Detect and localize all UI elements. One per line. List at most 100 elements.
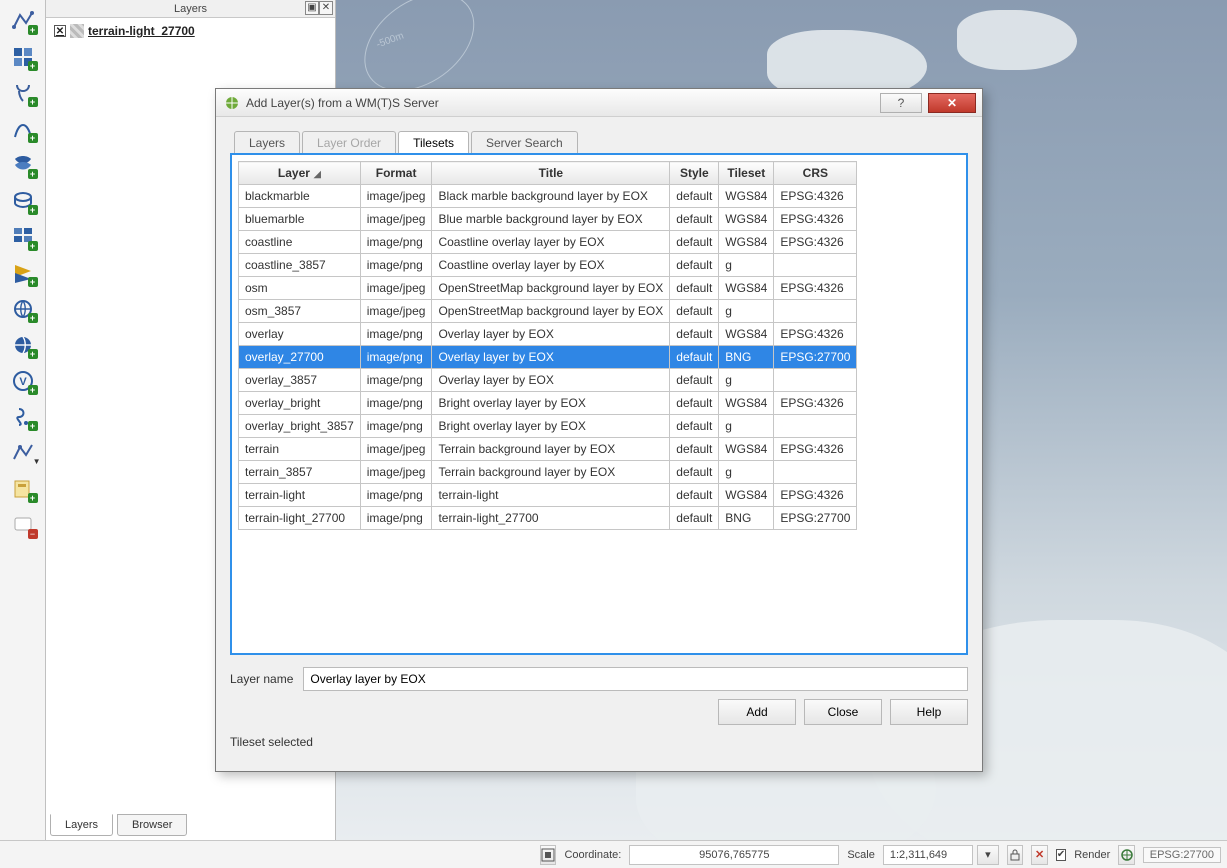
layer-name-input[interactable] (303, 667, 968, 691)
cell-style: default (670, 438, 719, 461)
col-style[interactable]: Style (670, 162, 719, 185)
scale-dropdown-button[interactable]: ▾ (977, 845, 999, 865)
plus-icon: + (28, 277, 38, 287)
cell-style: default (670, 323, 719, 346)
help-button[interactable]: Help (890, 699, 968, 725)
tilesets-table[interactable]: Layer◢ Format Title Style Tileset CRS bl… (238, 161, 857, 530)
cell-style: default (670, 346, 719, 369)
add-wfs-globe-button[interactable]: + (5, 328, 41, 362)
plus-icon: + (28, 349, 38, 359)
cell-layer: overlay_bright_3857 (239, 415, 361, 438)
table-row[interactable]: terrain_3857image/jpegTerrain background… (239, 461, 857, 484)
render-checkbox[interactable]: ✔ (1056, 849, 1066, 861)
cell-tileset: WGS84 (719, 392, 774, 415)
cell-format: image/png (360, 369, 432, 392)
cell-tileset: g (719, 415, 774, 438)
crs-button[interactable] (1118, 845, 1134, 865)
plus-icon: + (28, 385, 38, 395)
dialog-close-button[interactable]: ✕ (928, 93, 976, 113)
table-row[interactable]: osm_3857image/jpegOpenStreetMap backgrou… (239, 300, 857, 323)
cell-crs: EPSG:4326 (774, 208, 857, 231)
remove-layer-button[interactable]: − (5, 508, 41, 542)
col-tileset[interactable]: Tileset (719, 162, 774, 185)
add-vector-layer-button[interactable]: + (5, 4, 41, 38)
layer-item-label: terrain-light_27700 (88, 24, 195, 38)
tab-layers[interactable]: Layers (50, 814, 113, 836)
col-title[interactable]: Title (432, 162, 670, 185)
table-row[interactable]: blackmarbleimage/jpegBlack marble backgr… (239, 185, 857, 208)
cell-layer: overlay_3857 (239, 369, 361, 392)
col-crs[interactable]: CRS (774, 162, 857, 185)
scale-lock-button[interactable] (1007, 845, 1023, 865)
cell-layer: osm (239, 277, 361, 300)
cell-crs (774, 300, 857, 323)
cell-crs (774, 415, 857, 438)
scale-label: Scale (847, 849, 875, 861)
table-row[interactable]: coastlineimage/pngCoastline overlay laye… (239, 231, 857, 254)
table-row[interactable]: osmimage/jpegOpenStreetMap background la… (239, 277, 857, 300)
table-row[interactable]: bluemarbleimage/jpegBlue marble backgrou… (239, 208, 857, 231)
cell-format: image/png (360, 254, 432, 277)
undock-panel-button[interactable]: ▣ (305, 1, 319, 15)
add-button[interactable]: Add (718, 699, 796, 725)
crs-display[interactable]: EPSG:27700 (1143, 847, 1221, 863)
sort-indicator-icon: ◢ (314, 169, 321, 179)
coordinate-display[interactable]: 95076,765775 (629, 845, 839, 865)
dialog-titlebar[interactable]: Add Layer(s) from a WM(T)S Server ? ✕ (216, 89, 982, 117)
table-row[interactable]: terrain-light_27700image/pngterrain-ligh… (239, 507, 857, 530)
table-row[interactable]: overlay_bright_3857image/pngBright overl… (239, 415, 857, 438)
add-postgis-layer-button[interactable]: + (5, 76, 41, 110)
scale-input[interactable]: 1:2,311,649 (883, 845, 973, 865)
add-spatialite-layer-button[interactable]: + (5, 112, 41, 146)
node-tool-button[interactable]: ▼ (5, 436, 41, 470)
table-row[interactable]: coastline_3857image/pngCoastline overlay… (239, 254, 857, 277)
cell-tileset: WGS84 (719, 438, 774, 461)
add-delimited-text-button[interactable]: + (5, 400, 41, 434)
cell-style: default (670, 277, 719, 300)
stop-rendering-button[interactable]: ✕ (1031, 845, 1047, 865)
add-wfs-layer-button[interactable]: + (5, 292, 41, 326)
add-wms-layer-button[interactable]: + (5, 220, 41, 254)
cell-crs: EPSG:4326 (774, 277, 857, 300)
dialog-help-button[interactable]: ? (880, 93, 922, 113)
table-row[interactable]: overlay_3857image/pngOverlay layer by EO… (239, 369, 857, 392)
tab-browser[interactable]: Browser (117, 814, 187, 836)
cell-title: Coastline overlay layer by EOX (432, 254, 670, 277)
add-virtual-layer-button[interactable]: V + (5, 364, 41, 398)
cell-title: OpenStreetMap background layer by EOX (432, 300, 670, 323)
new-print-composer-button[interactable]: + (5, 472, 41, 506)
tab-dlg-server-search[interactable]: Server Search (471, 131, 578, 154)
table-row[interactable]: terrain-lightimage/pngterrain-lightdefau… (239, 484, 857, 507)
layer-swatch-icon (70, 24, 84, 38)
add-wmts-layer-dialog: Add Layer(s) from a WM(T)S Server ? ✕ La… (215, 88, 983, 772)
cell-crs: EPSG:4326 (774, 231, 857, 254)
table-row[interactable]: overlayimage/pngOverlay layer by EOXdefa… (239, 323, 857, 346)
dialog-status: Tileset selected (230, 731, 968, 749)
cell-crs: EPSG:4326 (774, 185, 857, 208)
close-button[interactable]: Close (804, 699, 882, 725)
layer-visibility-checkbox[interactable]: ✕ (54, 25, 66, 37)
col-format[interactable]: Format (360, 162, 432, 185)
cell-format: image/jpeg (360, 185, 432, 208)
table-row[interactable]: terrainimage/jpegTerrain background laye… (239, 438, 857, 461)
add-wcs-layer-button[interactable]: + (5, 256, 41, 290)
table-row[interactable]: overlay_brightimage/pngBright overlay la… (239, 392, 857, 415)
col-layer[interactable]: Layer◢ (239, 162, 361, 185)
panel-tabs: Layers Browser (46, 814, 335, 840)
cell-crs (774, 369, 857, 392)
close-panel-button[interactable]: ✕ (319, 1, 333, 15)
cell-tileset: g (719, 254, 774, 277)
layer-item[interactable]: ✕ terrain-light_27700 (54, 24, 327, 38)
plus-icon: + (28, 241, 38, 251)
plus-icon: + (28, 313, 38, 323)
table-row[interactable]: overlay_27700image/pngOverlay layer by E… (239, 346, 857, 369)
qgis-icon (224, 95, 240, 111)
tab-dlg-layers[interactable]: Layers (234, 131, 300, 154)
add-mssql-layer-button[interactable]: + (5, 148, 41, 182)
add-raster-layer-button[interactable]: + (5, 40, 41, 74)
toggle-extents-button[interactable] (540, 845, 556, 865)
cell-tileset: WGS84 (719, 185, 774, 208)
tab-dlg-tilesets[interactable]: Tilesets (398, 131, 469, 154)
cell-title: Terrain background layer by EOX (432, 461, 670, 484)
add-oracle-layer-button[interactable]: + (5, 184, 41, 218)
